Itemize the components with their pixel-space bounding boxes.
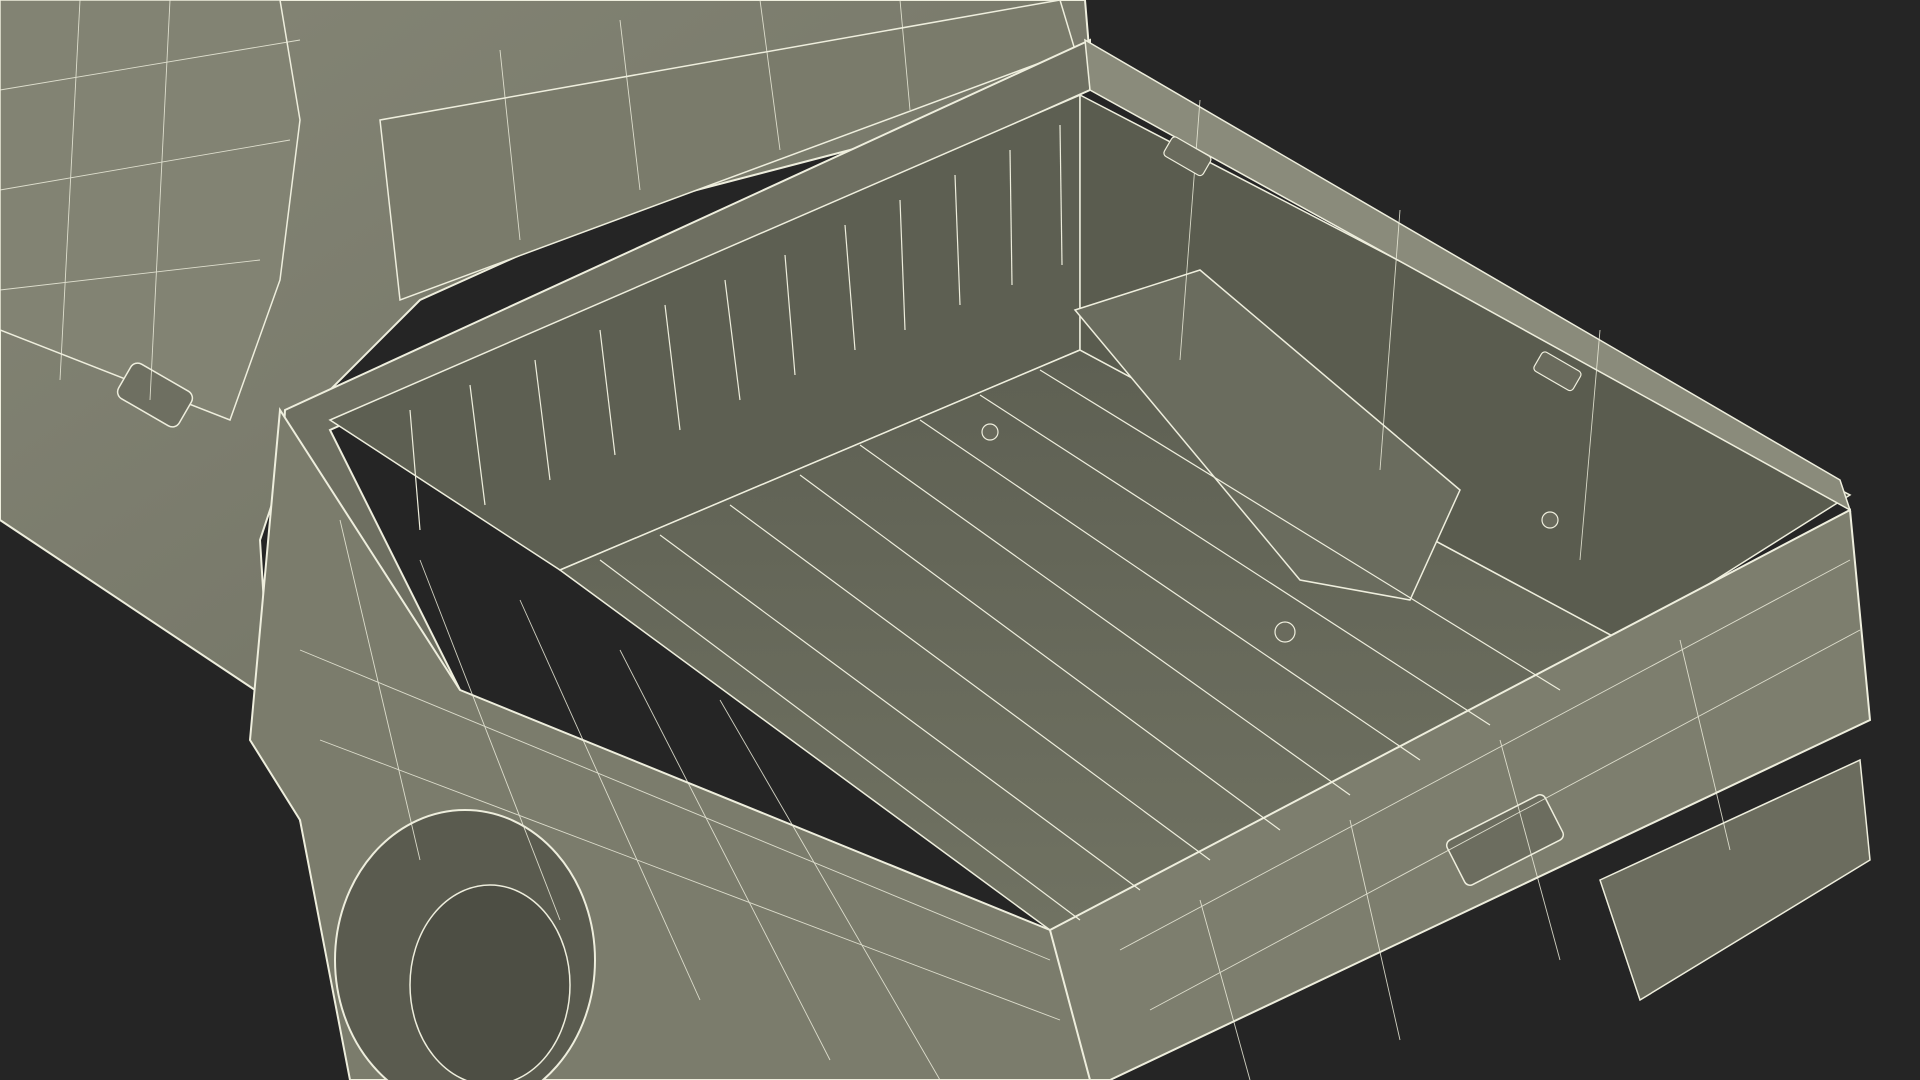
- truck-bed-render: [0, 0, 1920, 1080]
- rear-wheel-rim: [409, 884, 571, 1080]
- render-viewport: [0, 0, 1920, 1080]
